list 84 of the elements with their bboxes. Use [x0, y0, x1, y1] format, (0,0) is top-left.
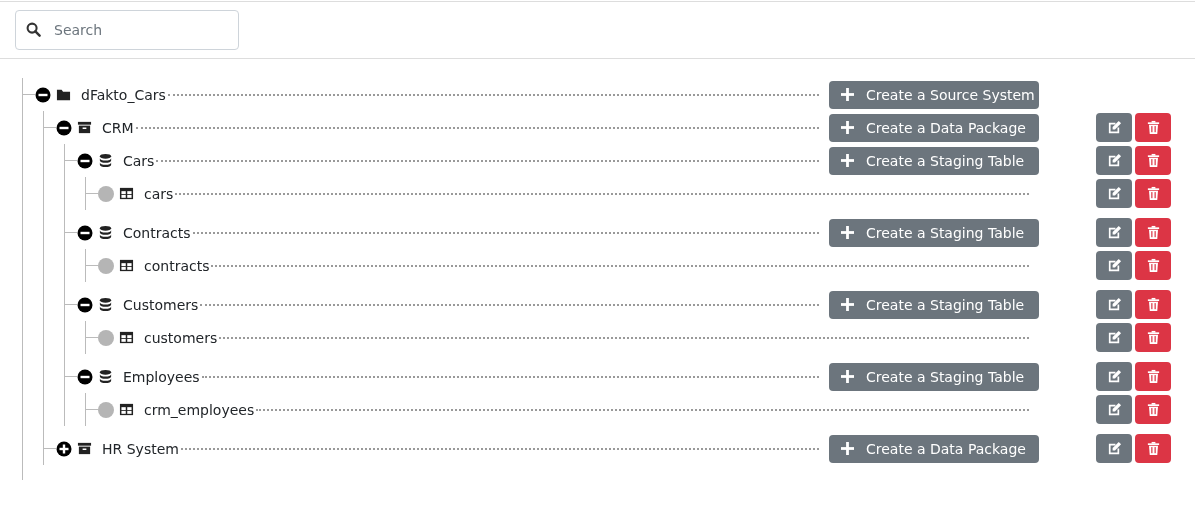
edit-button[interactable]: [1096, 179, 1132, 208]
edit-icon: [1106, 330, 1122, 345]
edit-icon: [1106, 225, 1122, 240]
trash-icon: [1145, 225, 1161, 240]
trash-icon: [1145, 441, 1161, 456]
edit-button[interactable]: [1096, 323, 1132, 352]
edit-button[interactable]: [1096, 290, 1132, 319]
edit-button[interactable]: [1096, 395, 1132, 424]
trash-icon: [1145, 258, 1161, 273]
collapse-toggle[interactable]: [77, 224, 93, 241]
archive-box-icon: [77, 120, 92, 135]
trash-icon: [1145, 186, 1161, 201]
delete-button[interactable]: [1135, 113, 1171, 142]
node-label[interactable]: contracts: [144, 257, 210, 274]
collapse-toggle[interactable]: [56, 119, 72, 136]
node-label[interactable]: CRM: [102, 119, 134, 136]
table-icon: [119, 330, 134, 345]
trash-icon: [1145, 153, 1161, 168]
edit-icon: [1106, 186, 1122, 201]
node-label[interactable]: Contracts: [123, 224, 191, 241]
delete-button[interactable]: [1135, 146, 1171, 175]
trash-icon: [1145, 120, 1161, 135]
plus-icon: [841, 226, 854, 239]
plus-icon: [841, 88, 854, 101]
edit-icon: [1106, 258, 1122, 273]
edit-button[interactable]: [1096, 113, 1132, 142]
create-button[interactable]: Create a Data Package: [829, 434, 1039, 463]
trash-icon: [1145, 369, 1161, 384]
expand-toggle[interactable]: [56, 440, 72, 457]
trash-icon: [1145, 402, 1161, 417]
node-label[interactable]: Customers: [123, 296, 199, 313]
create-button[interactable]: Create a Staging Table: [829, 146, 1039, 175]
node-label[interactable]: customers: [144, 329, 218, 346]
create-button[interactable]: Create a Data Package: [829, 113, 1039, 142]
database-icon: [98, 153, 113, 168]
delete-button[interactable]: [1135, 251, 1171, 280]
edit-icon: [1106, 402, 1122, 417]
table-icon: [119, 258, 134, 273]
table-icon: [119, 186, 134, 201]
edit-icon: [1106, 441, 1122, 456]
collapse-toggle[interactable]: [35, 86, 51, 103]
create-button[interactable]: Create a Staging Table: [829, 218, 1039, 247]
node-label[interactable]: crm_employees: [144, 401, 255, 418]
node-label[interactable]: dFakto_Cars: [81, 86, 166, 103]
archive-box-icon: [77, 441, 92, 456]
database-icon: [98, 369, 113, 384]
create-button[interactable]: Create a Source System: [829, 80, 1039, 109]
edit-button[interactable]: [1096, 434, 1132, 463]
node-label[interactable]: HR System: [102, 440, 179, 457]
collapse-toggle[interactable]: [77, 368, 93, 385]
node-label[interactable]: Cars: [123, 152, 155, 169]
delete-button[interactable]: [1135, 395, 1171, 424]
edit-button[interactable]: [1096, 146, 1132, 175]
delete-button[interactable]: [1135, 179, 1171, 208]
edit-button[interactable]: [1096, 251, 1132, 280]
trash-icon: [1145, 330, 1161, 345]
plus-icon: [841, 154, 854, 167]
delete-button[interactable]: [1135, 434, 1171, 463]
edit-icon: [1106, 369, 1122, 384]
table-icon: [119, 402, 134, 417]
folder-icon: [56, 87, 71, 102]
delete-button[interactable]: [1135, 290, 1171, 319]
delete-button[interactable]: [1135, 362, 1171, 391]
create-button[interactable]: Create a Staging Table: [829, 362, 1039, 391]
create-button[interactable]: Create a Staging Table: [829, 290, 1039, 319]
node-label[interactable]: cars: [144, 185, 174, 202]
edit-button[interactable]: [1096, 362, 1132, 391]
edit-icon: [1106, 120, 1122, 135]
plus-icon: [841, 370, 854, 383]
collapse-toggle[interactable]: [77, 152, 93, 169]
plus-icon: [841, 298, 854, 311]
delete-button[interactable]: [1135, 323, 1171, 352]
edit-icon: [1106, 297, 1122, 312]
database-icon: [98, 225, 113, 240]
search-field[interactable]: Search: [15, 10, 239, 50]
edit-icon: [1106, 153, 1122, 168]
node-label[interactable]: Employees: [123, 368, 200, 385]
delete-button[interactable]: [1135, 218, 1171, 247]
plus-icon: [841, 442, 854, 455]
plus-icon: [841, 121, 854, 134]
edit-button[interactable]: [1096, 218, 1132, 247]
database-icon: [98, 297, 113, 312]
trash-icon: [1145, 297, 1161, 312]
collapse-toggle[interactable]: [77, 296, 93, 313]
